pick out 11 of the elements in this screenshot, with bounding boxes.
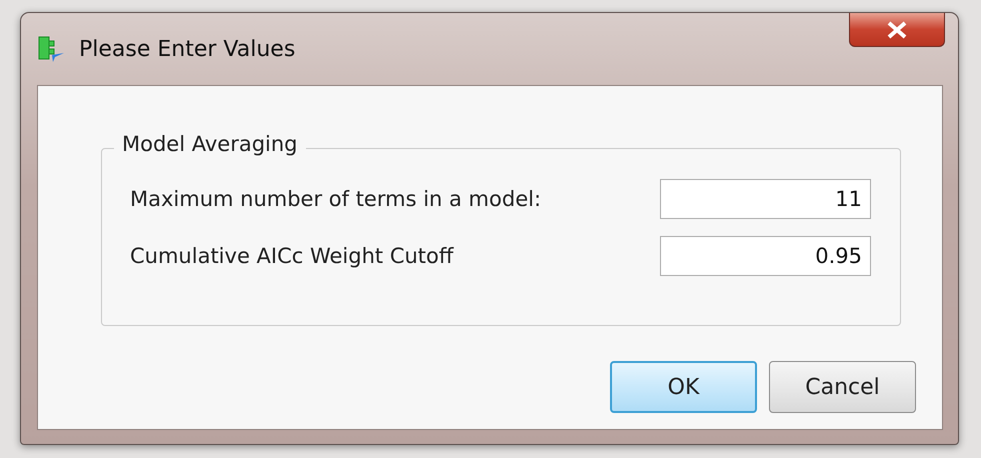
list-icon (37, 35, 65, 63)
field-label: Maximum number of terms in a model: (130, 187, 542, 211)
input-field[interactable]: 0.95 (660, 236, 871, 276)
field-label: Cumulative AICc Weight Cutoff (130, 244, 454, 268)
window-title: Please Enter Values (79, 37, 296, 62)
input-field[interactable]: 11 (660, 179, 871, 219)
ok-button[interactable]: OK (610, 361, 757, 413)
close-button[interactable] (849, 13, 945, 47)
close-icon (886, 20, 908, 38)
group-title: Model Averaging (114, 132, 306, 156)
cancel-button[interactable]: Cancel (769, 361, 916, 413)
